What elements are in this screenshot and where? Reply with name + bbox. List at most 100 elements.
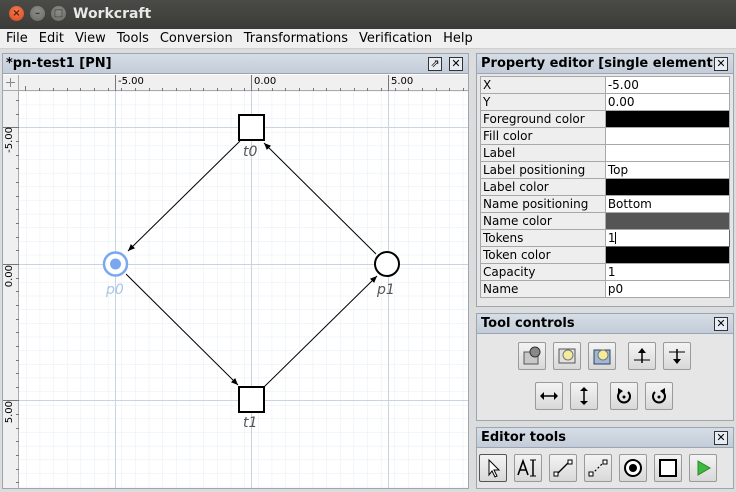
- menu-bar: File Edit View Tools Conversion Transfor…: [0, 29, 736, 49]
- arrow-up-icon: [634, 348, 650, 363]
- close-property-editor-icon[interactable]: ✕: [714, 57, 728, 71]
- property-editor-title: Property editor [single element]: [481, 56, 713, 71]
- place-icon: [624, 459, 642, 477]
- text-cursor-icon: [517, 458, 536, 477]
- property-row-name-color: Name color: [480, 212, 731, 230]
- foreground-color-swatch[interactable]: [604, 110, 731, 128]
- read-arc-icon: [588, 459, 608, 477]
- fill-color-swatch[interactable]: [604, 127, 731, 145]
- place-p1[interactable]: [374, 251, 400, 277]
- flip-horizontal-button[interactable]: [535, 382, 563, 410]
- property-row-foreground-color: Foreground color: [480, 110, 731, 128]
- label-t1: t1: [243, 415, 258, 431]
- property-editor-header: Property editor [single element] ✕: [477, 54, 733, 74]
- document-pane: *pn-test1 [PN] ⇗ ✕ -5.00 0.00 5.00 -5.00…: [2, 53, 469, 489]
- place-tool-button[interactable]: [619, 454, 647, 482]
- token-color-swatch[interactable]: [604, 246, 731, 264]
- menu-conversion[interactable]: Conversion: [154, 31, 238, 46]
- rotate-counterclockwise-icon: [652, 388, 666, 404]
- property-key: Capacity: [480, 263, 606, 281]
- close-tool-controls-icon[interactable]: ✕: [714, 317, 728, 331]
- transition-t1[interactable]: [238, 386, 265, 413]
- text-tool-button[interactable]: [514, 454, 542, 482]
- ruler-left-label: 5.00: [4, 401, 15, 424]
- property-key: Label color: [480, 178, 606, 196]
- editor-tools-header: Editor tools ✕: [477, 428, 733, 448]
- property-table: X -5.00 Y 0.00 Foreground color Fill color…: [480, 76, 731, 298]
- page-icon: [558, 348, 576, 364]
- ruler-left-label: -5.00: [4, 127, 15, 153]
- property-value-capacity[interactable]: 1: [604, 263, 731, 281]
- property-value-y[interactable]: 0.00: [604, 93, 731, 111]
- level-up-button[interactable]: [628, 342, 656, 370]
- undock-icon[interactable]: ⇗: [428, 57, 442, 71]
- window-close-icon[interactable]: ×: [9, 6, 24, 21]
- close-document-icon[interactable]: ✕: [449, 57, 463, 71]
- ruler-top-label: 5.00: [391, 76, 414, 87]
- window-maximize-icon[interactable]: □: [51, 6, 66, 21]
- property-value-name[interactable]: p0: [604, 280, 731, 298]
- connect-icon: [553, 459, 573, 477]
- rotate-clockwise-icon: [617, 388, 631, 404]
- property-row-capacity: Capacity 1: [480, 263, 731, 281]
- menu-edit[interactable]: Edit: [33, 31, 69, 46]
- transition-tool-button[interactable]: [654, 454, 682, 482]
- label-p0: p0: [106, 282, 124, 298]
- editor-tools-title: Editor tools: [481, 430, 566, 445]
- property-value-name-positioning[interactable]: Bottom: [604, 195, 731, 213]
- menu-file[interactable]: File: [0, 31, 33, 46]
- flip-horizontal-icon: [540, 392, 558, 400]
- label-t0: t0: [243, 144, 258, 160]
- flip-vertical-button[interactable]: [570, 382, 598, 410]
- rotate-clockwise-button[interactable]: [610, 382, 638, 410]
- menu-tools[interactable]: Tools: [111, 31, 154, 46]
- property-editor-panel: Property editor [single element] ✕ X -5.0…: [476, 53, 734, 307]
- menu-view[interactable]: View: [69, 31, 111, 46]
- transition-t0[interactable]: [238, 114, 265, 141]
- simulation-tool-button[interactable]: [689, 454, 717, 482]
- property-row-label: Label: [480, 144, 731, 162]
- rotate-counterclockwise-button[interactable]: [645, 382, 673, 410]
- ruler-top-label: -5.00: [118, 76, 144, 87]
- property-row-label-color: Label color: [480, 178, 731, 196]
- ruler-top: -5.00 0.00 5.00: [19, 75, 468, 91]
- ungroup-button[interactable]: [588, 342, 616, 370]
- window-minimize-icon[interactable]: –: [30, 6, 45, 21]
- label-color-swatch[interactable]: [604, 178, 731, 196]
- select-tool-button[interactable]: [479, 454, 507, 482]
- property-value-x[interactable]: -5.00: [604, 76, 731, 94]
- menu-help[interactable]: Help: [437, 31, 478, 46]
- editor-canvas[interactable]: t0 t1 p0 p1: [19, 91, 468, 488]
- group-icon: [523, 346, 541, 365]
- ruler-corner: [3, 75, 19, 91]
- ungroup-icon: [593, 349, 611, 365]
- property-value-label-positioning[interactable]: Top: [604, 161, 731, 179]
- name-color-swatch[interactable]: [604, 212, 731, 230]
- document-title[interactable]: *pn-test1 [PN]: [6, 56, 112, 71]
- tool-controls-panel: Tool controls ✕: [476, 313, 734, 421]
- tokens-input[interactable]: 1: [604, 229, 731, 247]
- menu-transformations[interactable]: Transformations: [238, 31, 353, 46]
- page-group-button[interactable]: [553, 342, 581, 370]
- ruler-left-label: 0.00: [4, 265, 15, 288]
- label-p1: p1: [377, 282, 395, 298]
- group-button[interactable]: [518, 342, 546, 370]
- close-editor-tools-icon[interactable]: ✕: [714, 431, 728, 445]
- connect-tool-button[interactable]: [549, 454, 577, 482]
- read-arc-tool-button[interactable]: [584, 454, 612, 482]
- window-title-bar: × – □ Workcraft: [0, 0, 736, 29]
- flip-vertical-icon: [580, 387, 588, 405]
- ruler-top-label: 0.00: [254, 76, 277, 87]
- tool-controls-header: Tool controls ✕: [477, 314, 733, 334]
- editor-tools-panel: Editor tools ✕: [476, 427, 734, 489]
- menu-verification[interactable]: Verification: [353, 31, 437, 46]
- property-row-x: X -5.00: [480, 76, 731, 94]
- property-value-label[interactable]: [604, 144, 731, 162]
- property-row-name: Name p0: [480, 280, 731, 298]
- tool-controls-title: Tool controls: [481, 316, 575, 331]
- property-row-token-color: Token color: [480, 246, 731, 264]
- property-key: Name positioning: [480, 195, 606, 213]
- property-key: Token color: [480, 246, 606, 264]
- property-row-name-positioning: Name positioning Bottom: [480, 195, 731, 213]
- level-down-button[interactable]: [663, 342, 691, 370]
